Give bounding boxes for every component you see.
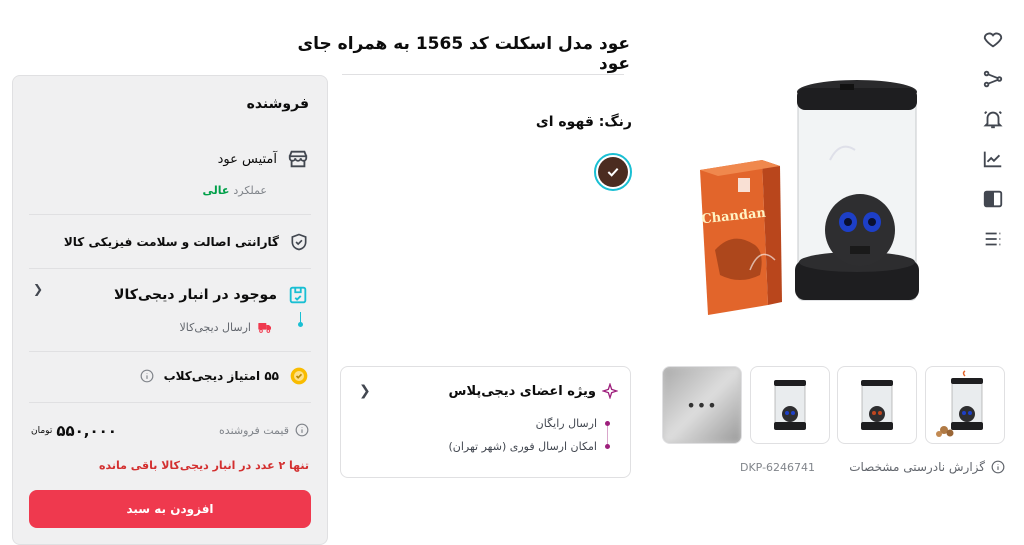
share-icon[interactable] [978,66,1008,92]
incense-holder [795,80,919,301]
seller-name: آمتیس عود [217,151,277,167]
page-title: عود مدل اسکلت کد 1565 به همراه جای عود [297,34,630,74]
guarantee-row: گارانتی اصالت و سلامت فیزیکی کالا [64,232,309,252]
low-stock-warning: تنها ۲ عدد در انبار دیجی‌کالا باقی مانده [99,459,309,472]
digiplus-items: ارسال رایگان امکان ارسال فوری (شهر تهران… [448,417,610,463]
list-item: امکان ارسال فوری (شهر تهران) [448,440,610,453]
more-dots: ••• [686,395,718,415]
thumbnail-3[interactable] [750,366,830,444]
thumbnail-2[interactable] [837,366,917,444]
warehouse-icon [289,286,307,304]
digiplus-box[interactable]: ویژه اعضای دیجی‌پلاس ❮ ارسال رایگان امکا… [340,366,631,478]
info-icon[interactable] [295,423,309,437]
price-value: ۵۵۰,۰۰۰ [56,422,117,440]
color-label: رنگ: قهوه ای [535,114,632,130]
shipping-text: ارسال دیجی‌کالا [179,320,251,334]
club-points-text: ۵۵ امتیاز دیجی‌کلاب [163,369,279,383]
check-icon [607,167,619,177]
product-image[interactable]: Chandan [690,70,930,330]
chart-icon[interactable] [978,146,1008,172]
info-icon [991,460,1005,474]
shield-check-icon [291,233,307,251]
product-code: DKP-6246741 [740,461,816,474]
color-swatch-fill [598,157,628,187]
heart-icon[interactable] [978,26,1008,52]
incense-box: Chandan [700,160,782,315]
divider [29,351,311,352]
thumbnail-1[interactable] [925,366,1005,444]
add-to-cart-button[interactable]: افزودن به سبد [29,490,311,528]
color-swatch[interactable] [594,153,632,191]
divider [29,402,311,403]
digiplus-title: ویژه اعضای دیجی‌پلاس [448,383,596,399]
sparkle-icon [602,383,618,399]
guarantee-text: گارانتی اصالت و سلامت فیزیکی کالا [63,235,279,249]
currency: تومان [31,426,53,436]
price-label: قیمت فروشنده [219,423,289,437]
coin-icon [290,367,308,385]
bell-icon[interactable] [978,106,1008,132]
thumbnail-more[interactable]: ••• [662,366,742,444]
club-points-row: ۵۵ امتیاز دیجی‌کلاب [140,366,309,386]
report-label: گزارش نادرستی مشخصات [849,460,985,474]
stock-row[interactable]: موجود در انبار دیجی‌کالا [114,284,309,306]
seller-performance: عملکرد عالی [202,184,267,197]
seller-box: فروشنده آمتیس عود عملکرد عالی گارانتی اص… [12,75,328,545]
chevron-left-icon[interactable]: ❮ [359,383,371,399]
compare-icon[interactable] [978,186,1008,212]
divider [29,214,311,215]
chevron-left-icon[interactable]: ❮ [33,282,43,296]
stock-timeline-dot [298,322,303,327]
price: ۵۵۰,۰۰۰ تومان [31,422,117,440]
stock-title: موجود در انبار دیجی‌کالا [114,287,277,303]
store-icon [288,150,308,168]
report-link[interactable]: گزارش نادرستی مشخصات [840,460,1005,474]
seller-section-title: فروشنده [246,96,309,112]
title-divider [342,74,624,75]
price-label-row: قیمت فروشنده [219,423,309,437]
list-icon[interactable] [978,226,1008,252]
action-icons [978,26,1008,266]
divider [29,268,311,269]
list-item: ارسال رایگان [448,417,610,430]
truck-icon [258,323,271,333]
info-icon[interactable] [140,369,154,383]
shipping-row: ارسال دیجی‌کالا [179,319,273,335]
seller-name-row[interactable]: آمتیس عود [218,148,309,170]
digiplus-header: ویژه اعضای دیجی‌پلاس [449,383,618,399]
